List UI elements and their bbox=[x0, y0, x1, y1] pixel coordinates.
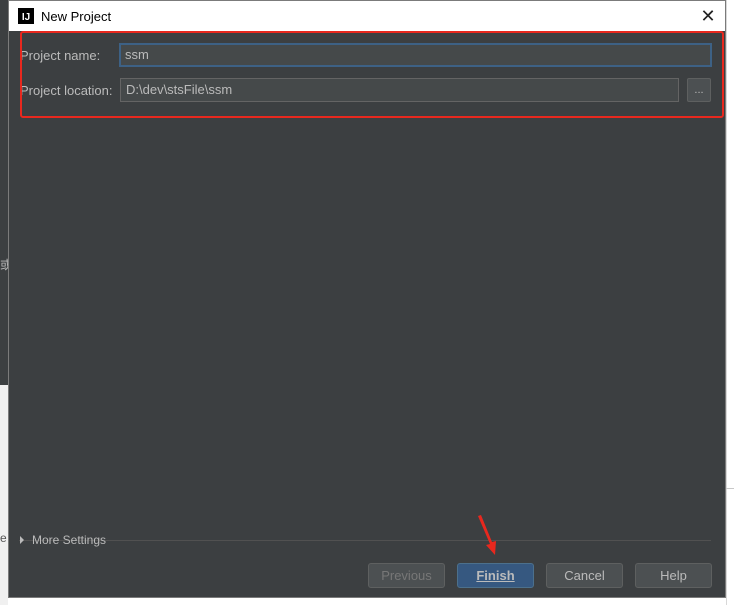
background-app-divider bbox=[726, 488, 734, 489]
intellij-app-icon: IJ bbox=[18, 8, 34, 24]
cancel-button[interactable]: Cancel bbox=[546, 563, 623, 588]
project-name-label: Project name: bbox=[20, 47, 101, 63]
browse-location-button[interactable]: ... bbox=[687, 78, 711, 102]
close-button[interactable]: ✕ bbox=[695, 4, 721, 28]
project-location-input[interactable]: D:\dev\stsFile\ssm bbox=[120, 78, 679, 102]
dialog-titlebar[interactable]: IJ New Project ✕ bbox=[9, 1, 725, 31]
help-button[interactable]: Help bbox=[635, 563, 712, 588]
background-app-text: e bbox=[0, 531, 7, 545]
cancel-button-label: Cancel bbox=[564, 568, 605, 583]
background-app-light-panel bbox=[0, 385, 8, 605]
close-icon: ✕ bbox=[700, 5, 716, 26]
project-location-label: Project location: bbox=[20, 82, 113, 98]
expand-triangle-icon bbox=[20, 536, 24, 544]
finish-button[interactable]: Finish bbox=[457, 563, 534, 588]
dialog-content: Project name: ssm Project location: D:\d… bbox=[9, 31, 725, 597]
background-app-dark-panel bbox=[0, 0, 8, 385]
more-settings-toggle[interactable]: More Settings bbox=[20, 533, 106, 547]
project-location-row: Project location: D:\dev\stsFile\ssm ... bbox=[9, 75, 725, 105]
project-name-input[interactable]: ssm bbox=[119, 43, 712, 67]
previous-button[interactable]: Previous bbox=[368, 563, 445, 588]
help-button-label: Help bbox=[660, 568, 687, 583]
dialog-title: New Project bbox=[41, 8, 112, 24]
new-project-dialog: IJ New Project ✕ Project name: ssm Proje… bbox=[8, 0, 726, 598]
previous-button-label: Previous bbox=[381, 568, 432, 583]
more-settings-label: More Settings bbox=[32, 533, 107, 547]
project-name-row: Project name: ssm bbox=[9, 40, 725, 70]
background-app-right-panel bbox=[726, 0, 734, 605]
finish-button-label: Finish bbox=[476, 568, 515, 583]
settings-divider bbox=[19, 540, 711, 541]
